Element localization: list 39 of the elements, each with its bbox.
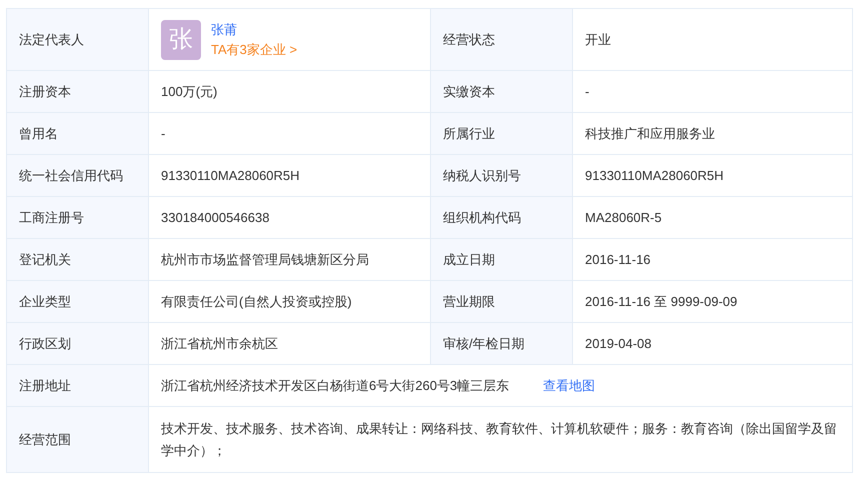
field-label: 成立日期	[430, 238, 572, 280]
field-value: 2016-11-16 至 9999-09-09	[585, 294, 738, 308]
field-label: 曾用名	[6, 112, 148, 154]
field-value: -	[161, 126, 166, 140]
field-label: 企业类型	[6, 280, 148, 322]
field-label: 审核/年检日期	[430, 322, 572, 364]
field-label: 纳税人识别号	[430, 154, 572, 196]
map-link[interactable]: 查看地图	[543, 374, 596, 396]
field-value: 杭州市市场监督管理局钱塘新区分局	[161, 252, 369, 266]
field-value: 技术开发、技术服务、技术咨询、成果转让：网络科技、教育软件、计算机软硬件；服务：教育咨询（除出国留学及留学中介）；	[161, 420, 837, 458]
field-value: 91330110MA28060R5H	[161, 168, 300, 182]
field-value: MA28060R-5	[585, 210, 662, 224]
field-label: 组织机构代码	[430, 196, 572, 238]
field-value: 浙江省杭州市余杭区	[161, 336, 278, 350]
field-label: 工商注册号	[6, 196, 148, 238]
field-value: 科技推广和应用服务业	[585, 126, 715, 140]
field-value: 91330110MA28060R5H	[585, 168, 724, 182]
field-label: 所属行业	[430, 112, 572, 154]
field-label: 统一社会信用代码	[6, 154, 148, 196]
field-value: 330184000546638	[161, 210, 270, 224]
person-name-link[interactable]: 张莆	[211, 20, 298, 40]
field-value: 浙江省杭州经济技术开发区白杨街道6号大街260号3幢三层东	[161, 376, 510, 394]
field-value: 2019-04-08	[585, 336, 652, 350]
avatar: 张	[161, 20, 201, 60]
field-label: 法定代表人	[6, 8, 148, 70]
field-label: 注册资本	[6, 70, 148, 112]
field-label: 登记机关	[6, 238, 148, 280]
field-label: 实缴资本	[430, 70, 572, 112]
field-label: 经营状态	[430, 8, 572, 70]
field-label: 营业期限	[430, 280, 572, 322]
field-value: 有限责任公司(自然人投资或控股)	[161, 294, 352, 308]
field-value: 开业	[585, 32, 611, 46]
field-value: -	[585, 84, 590, 98]
field-label: 注册地址	[6, 364, 148, 406]
field-value: 2016-11-16	[585, 252, 651, 266]
field-value: 100万(元)	[161, 84, 218, 98]
companies-link[interactable]: TA有3家企业 >	[211, 40, 298, 60]
field-label: 行政区划	[6, 322, 148, 364]
field-label: 经营范围	[6, 406, 148, 472]
